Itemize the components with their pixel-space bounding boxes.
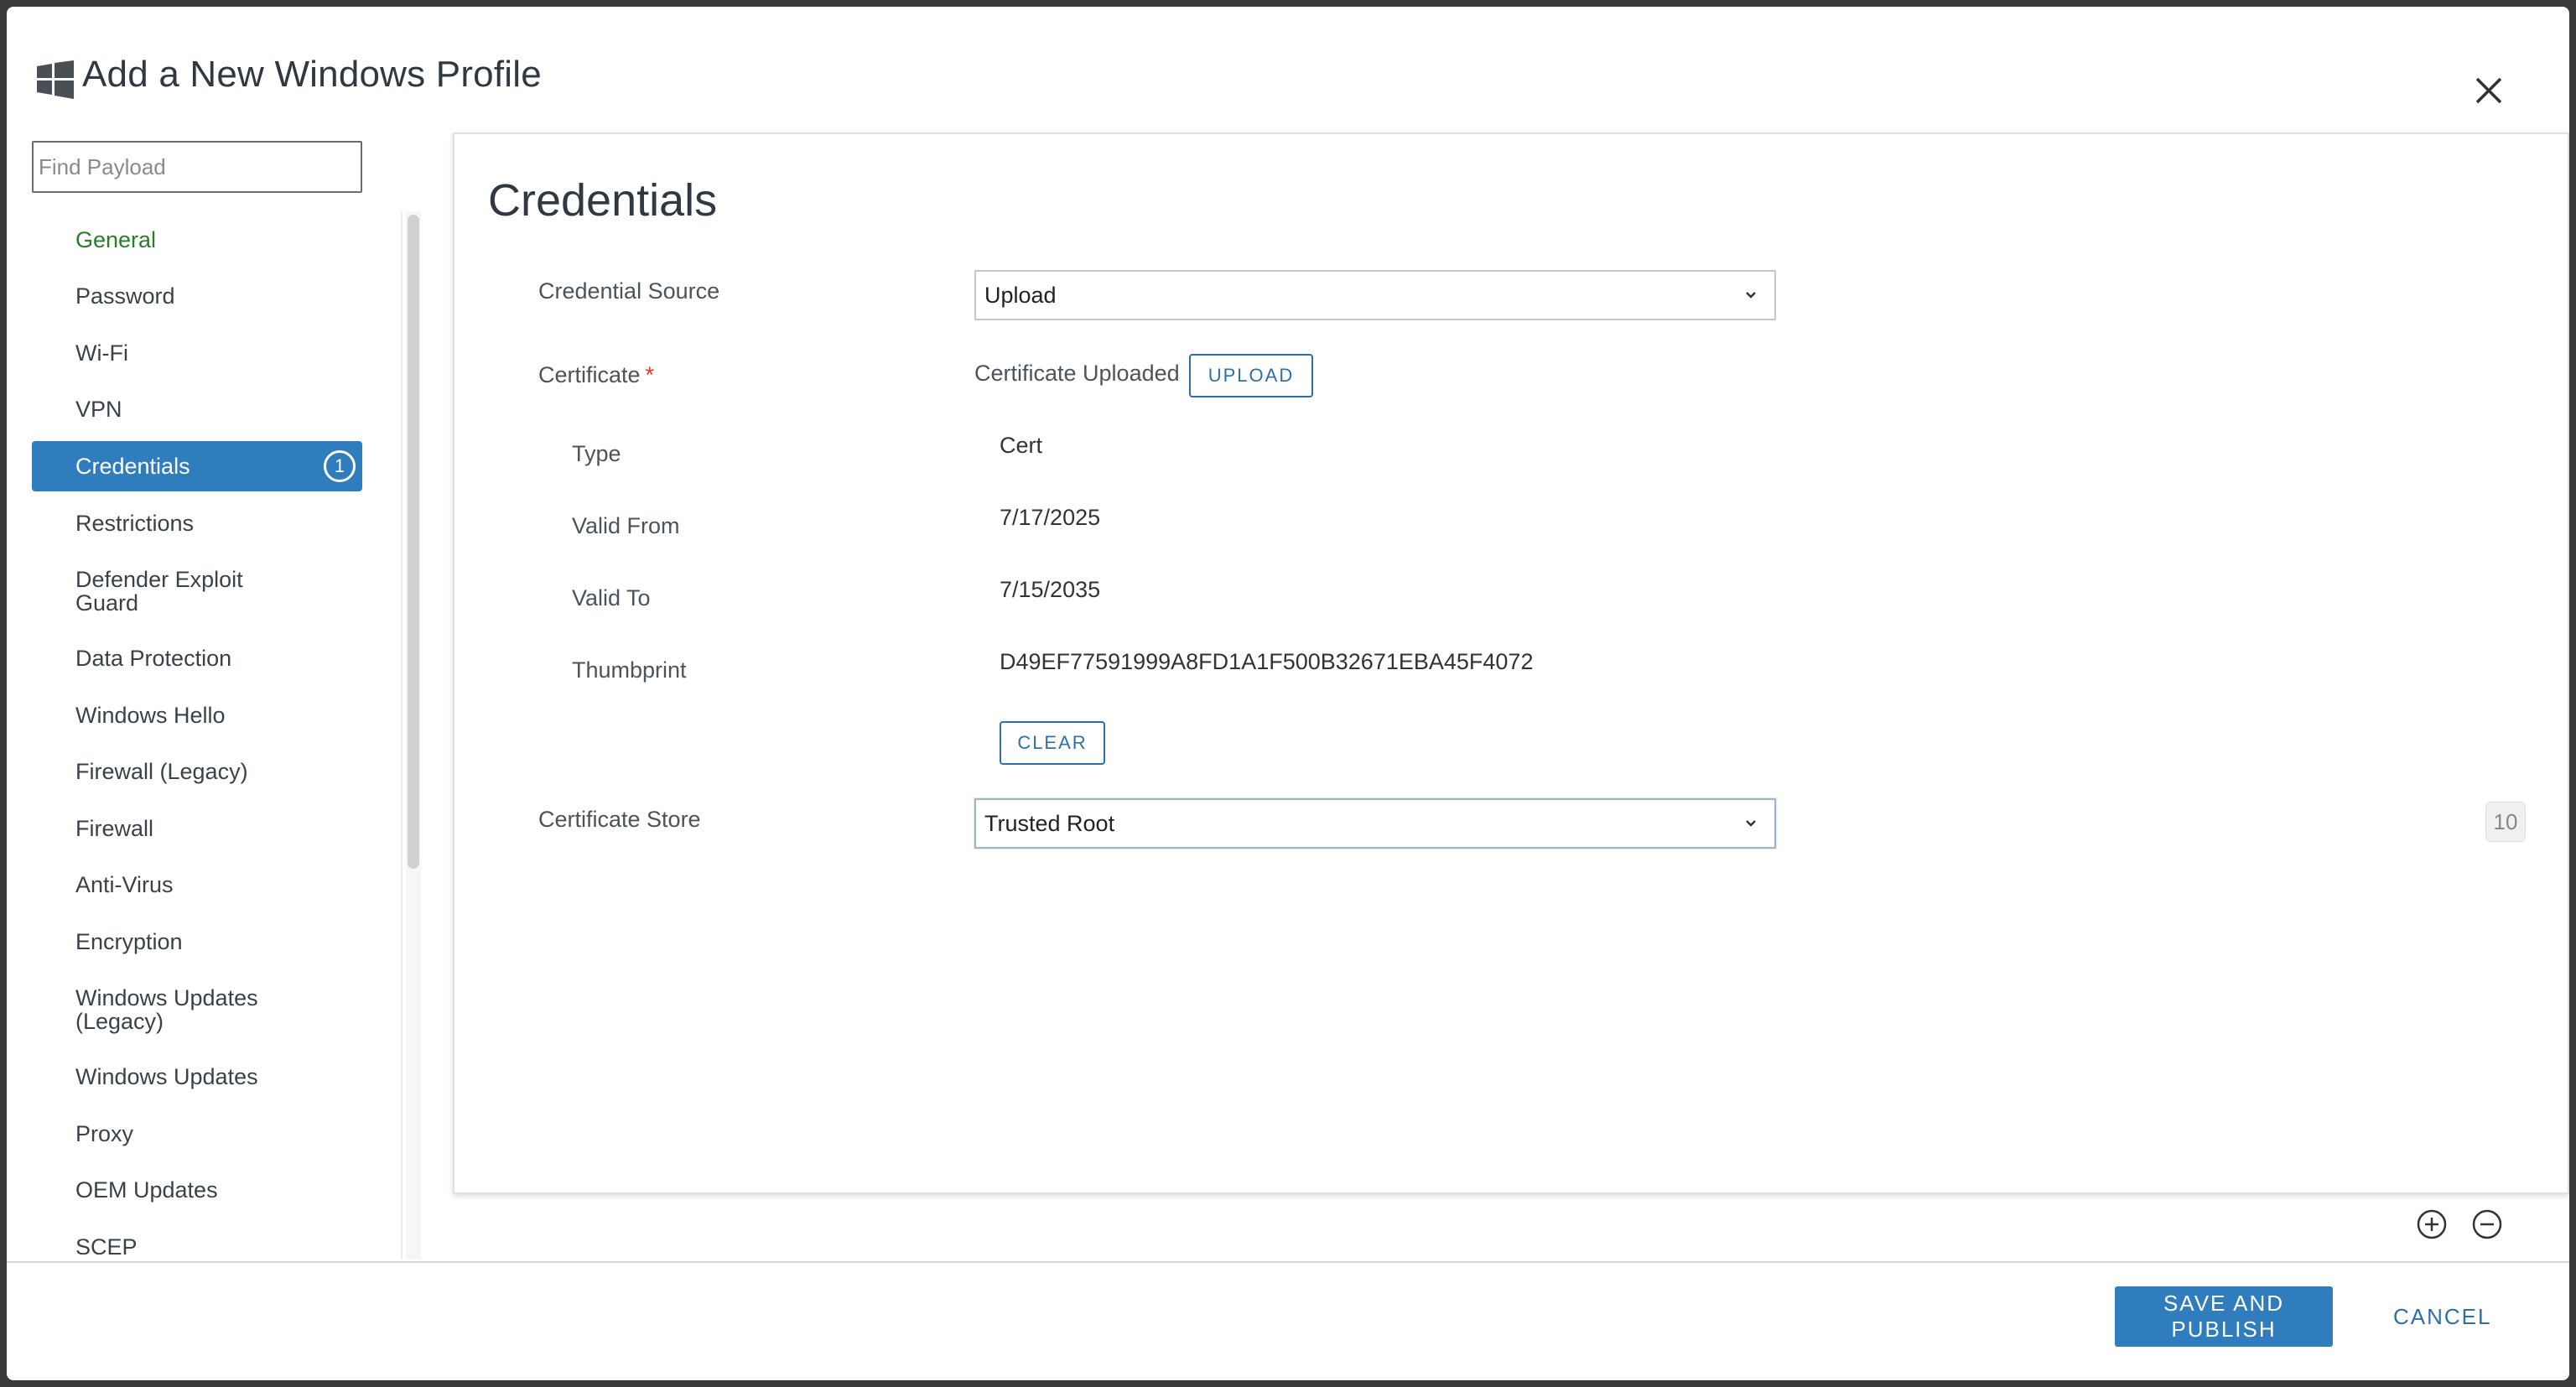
sidebar-item-label: Wi-Fi [75,340,128,366]
minus-circle-icon[interactable] [2470,1208,2504,1241]
save-and-publish-button[interactable]: SAVE AND PUBLISH [2115,1286,2333,1347]
panel-title: Credentials [488,175,718,226]
sidebar-item-password[interactable]: Password [32,268,362,325]
payload-nav-list: General Password Wi-Fi VPN Credentials 1… [32,211,367,1255]
sidebar-item-restrictions[interactable]: Restrictions [32,495,362,552]
sidebar-item-vpn[interactable]: VPN [32,382,362,439]
sidebar-item-label: Firewall (Legacy) [75,759,248,785]
credential-source-label: Credential Source [538,278,720,304]
valid-from-value: 7/17/2025 [1000,505,1101,530]
sidebar-item-anti-virus[interactable]: Anti-Virus [32,857,362,914]
payload-count-badge: 1 [324,450,356,482]
modal-title: Add a New Windows Profile [82,54,542,95]
valid-to-value: 7/15/2035 [1000,577,1101,602]
credential-source-value: Upload [984,282,1057,308]
cancel-button[interactable]: CANCEL [2393,1286,2491,1347]
type-value: Cert [1000,433,1043,458]
plus-circle-icon[interactable] [2415,1208,2449,1241]
sidebar-item-firewall-legacy[interactable]: Firewall (Legacy) [32,744,362,801]
credential-source-select[interactable]: Upload [974,270,1776,320]
sidebar-divider [401,211,402,1260]
sidebar-item-label: Windows Updates [75,1064,258,1090]
credentials-panel: Credentials Credential Source Upload Cer… [453,132,2569,1194]
sidebar-item-windows-hello[interactable]: Windows Hello [32,687,362,744]
sidebar-item-label: Firewall [75,815,154,841]
counter-badge: 10 [2485,802,2526,842]
thumbprint-value: D49EF77591999A8FD1A1F500B32671EBA45F4072 [1000,649,1534,674]
valid-to-label: Valid To [572,585,651,610]
sidebar-item-label: Windows Updates (Legacy) [75,984,258,1034]
sidebar-item-label: Defender Exploit Guard [75,566,243,616]
sidebar-item-scep[interactable]: SCEP [32,1218,362,1255]
sidebar-item-proxy[interactable]: Proxy [32,1105,362,1162]
sidebar-item-data-protection[interactable]: Data Protection [32,631,362,688]
sidebar-item-label: Restrictions [75,510,195,536]
sidebar-item-windows-updates-legacy[interactable]: Windows Updates (Legacy) [32,970,362,1049]
sidebar-item-label: Data Protection [75,646,232,672]
valid-from-label: Valid From [572,513,680,538]
type-label: Type [572,441,621,466]
sidebar-item-credentials[interactable]: Credentials 1 [32,441,362,491]
sidebar-scrollbar-thumb[interactable] [408,215,419,869]
sidebar-item-label: Proxy [75,1120,134,1146]
certificate-store-select[interactable]: Trusted Root [974,798,1776,849]
upload-button[interactable]: UPLOAD [1189,354,1313,397]
modal-header: Add a New Windows Profile [7,7,2569,141]
certificate-label-text: Certificate [538,362,641,387]
thumbprint-label: Thumbprint [572,657,687,683]
clear-button[interactable]: CLEAR [1000,721,1105,765]
sidebar-item-label: SCEP [75,1234,138,1255]
sidebar-item-defender-exploit-guard[interactable]: Defender Exploit Guard [32,552,362,631]
add-windows-profile-modal: Add a New Windows Profile General Passwo… [7,7,2569,1380]
sidebar-item-label: Encryption [75,928,183,954]
sidebar-item-label: Windows Hello [75,702,226,728]
certificate-label: Certificate * [538,362,654,388]
certificate-store-value: Trusted Root [984,810,1115,836]
certificate-store-label: Certificate Store [538,807,701,832]
sidebar-item-label: General [75,226,157,252]
sidebar-item-oem-updates[interactable]: OEM Updates [32,1162,362,1219]
chevron-down-icon [1742,815,1759,832]
sidebar-item-firewall[interactable]: Firewall [32,800,362,857]
required-marker: * [645,362,655,387]
footer-divider [7,1261,2569,1263]
sidebar-item-general[interactable]: General [32,211,362,268]
find-payload-input[interactable] [32,141,362,193]
sidebar-item-wifi[interactable]: Wi-Fi [32,325,362,382]
sidebar-item-label: Anti-Virus [75,872,174,898]
windows-logo-icon [37,60,74,99]
sidebar-item-windows-updates[interactable]: Windows Updates [32,1049,362,1106]
chevron-down-icon [1742,287,1759,304]
sidebar-item-label: Credentials [75,454,190,479]
sidebar-item-label: OEM Updates [75,1177,218,1203]
certificate-status: Certificate Uploaded [974,361,1180,386]
close-icon[interactable] [2472,74,2506,107]
sidebar-item-label: VPN [75,397,122,423]
sidebar-item-label: Password [75,283,175,309]
sidebar-item-encryption[interactable]: Encryption [32,913,362,970]
